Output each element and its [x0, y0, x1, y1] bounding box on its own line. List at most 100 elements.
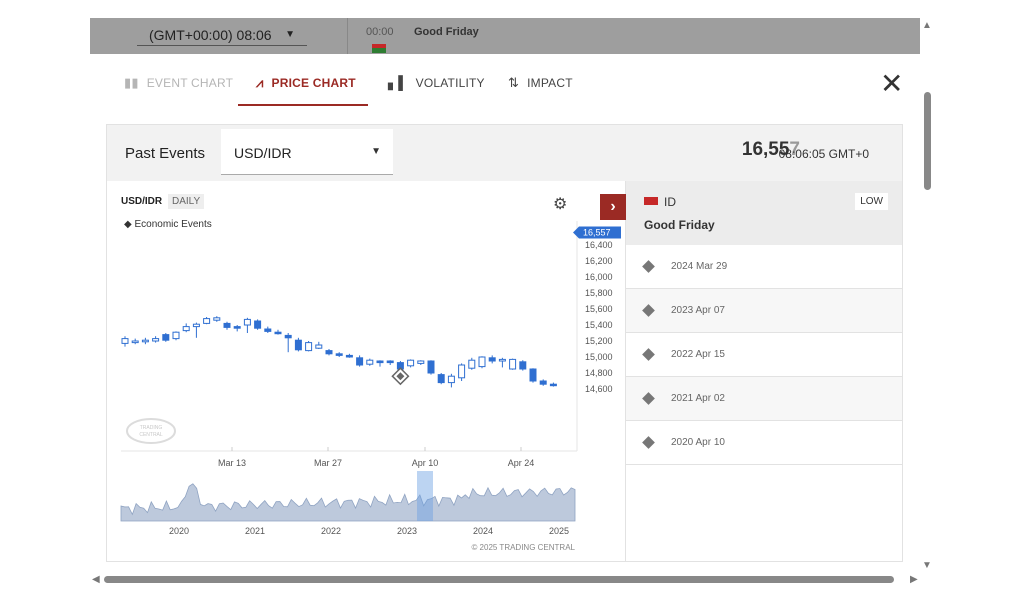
x-tick-label: Mar 13: [218, 458, 246, 468]
candle-body: [356, 357, 364, 366]
tab-event-chart[interactable]: ▮▮ EVENT CHART: [124, 76, 233, 106]
scrollbar-thumb[interactable]: [104, 576, 894, 583]
pair-select[interactable]: USD/IDR ▼: [221, 129, 393, 175]
chart-copyright: © 2025 TRADING CENTRAL: [471, 543, 575, 552]
candle-body: [294, 339, 302, 351]
watermark-logo: [126, 418, 176, 444]
candle-body: [366, 359, 374, 365]
chevron-right-icon[interactable]: ›: [600, 194, 626, 220]
candle-body: [152, 338, 160, 342]
candle-body: [519, 361, 527, 370]
candle-body: [407, 359, 415, 367]
candle-body: [468, 359, 476, 369]
tab-volatility[interactable]: ▖▌ VOLATILITY: [388, 76, 485, 106]
candle-body: [509, 358, 517, 370]
chart-tabs: ▮▮ EVENT CHART ⩘ PRICE CHART ▖▌ VOLATILI…: [90, 54, 920, 106]
candle-body: [437, 374, 445, 384]
impact-badge: LOW: [855, 193, 888, 210]
past-events-panel: Past Events USD/IDR ▼ 16,557 08:06:05 GM…: [106, 124, 903, 562]
pair-value: USD/IDR: [234, 145, 292, 161]
y-tick-label: 14,600: [585, 384, 613, 394]
candle-body: [447, 375, 455, 384]
candle-body: [498, 358, 506, 362]
y-tick-label: 14,800: [585, 368, 613, 378]
x-tick-label: Mar 27: [314, 458, 342, 468]
tab-impact[interactable]: ⇅ IMPACT: [508, 76, 573, 106]
scroll-down-icon[interactable]: ▼: [922, 560, 932, 571]
bars-icon: ▖▌: [388, 75, 408, 90]
past-events-list: › ID LOW Good Friday 2024 Mar 29 2023 Ap…: [600, 181, 902, 561]
scroll-up-icon[interactable]: ▲: [922, 20, 932, 31]
list-item[interactable]: 2020 Apr 10: [626, 421, 902, 465]
navigator-tick-label: 2023: [397, 526, 417, 536]
timezone-select[interactable]: (GMT+00:00) 08:06 ▼: [137, 24, 307, 46]
tab-label: IMPACT: [527, 76, 573, 90]
event-date: 2024 Mar 29: [671, 261, 728, 272]
navigator-tick-label: 2021: [245, 526, 265, 536]
background-event-name[interactable]: Good Friday: [414, 26, 479, 38]
y-tick-label: 16,200: [585, 256, 613, 266]
list-item[interactable]: 2021 Apr 02: [626, 377, 902, 421]
watermark-text: TRADING: [140, 425, 163, 431]
scrollbar-thumb[interactable]: [924, 92, 931, 190]
bar-chart-icon: ▮▮: [124, 75, 139, 90]
y-tick-label: 15,800: [585, 288, 613, 298]
diamond-icon: [642, 436, 655, 449]
gear-icon[interactable]: ⚙: [553, 194, 567, 214]
timezone-value: (GMT+00:00) 08:06: [149, 26, 272, 43]
y-tick-label: 15,400: [585, 320, 613, 330]
scroll-left-icon[interactable]: ◀: [92, 574, 100, 585]
price-time: 08:06:05 GMT+0: [778, 147, 869, 161]
chart-canvas[interactable]: TRADINGCENTRAL 16,400 16,200 16,000 15,800 15…: [107, 181, 625, 561]
list-item[interactable]: 2023 Apr 07: [626, 289, 902, 333]
navigator-tick-label: 2022: [321, 526, 341, 536]
divider: [347, 18, 348, 54]
price-chart[interactable]: USD/IDR DAILY ◆ Economic Events TRADING C…: [107, 181, 625, 561]
event-name: Good Friday: [644, 218, 715, 232]
candle-body: [182, 326, 190, 332]
y-tick-label: 16,000: [585, 272, 613, 282]
candle-body: [417, 360, 425, 364]
x-tick-label: Apr 24: [508, 458, 535, 468]
candle-body: [162, 334, 170, 341]
candle-body: [223, 322, 231, 328]
panel-header: Past Events USD/IDR ▼ 16,557 08:06:05 GM…: [107, 125, 902, 181]
candle-body: [488, 357, 496, 362]
horizontal-scrollbar[interactable]: ◀ ▶: [90, 572, 920, 586]
up-down-arrows-icon: ⇅: [508, 75, 520, 90]
event-detail-modal: ▮▮ EVENT CHART ⩘ PRICE CHART ▖▌ VOLATILI…: [90, 54, 920, 572]
candle-body: [386, 360, 394, 364]
candle-body: [305, 342, 313, 352]
candle-body: [274, 331, 282, 335]
navigator-window: [417, 471, 433, 521]
y-tick-label: 15,600: [585, 304, 613, 314]
diamond-icon: [642, 392, 655, 405]
candle-body: [254, 320, 262, 329]
watermark-text: CENTRAL: [139, 432, 163, 438]
tab-price-chart[interactable]: ⩘ PRICE CHART: [238, 76, 368, 106]
list-item[interactable]: 2022 Apr 15: [626, 333, 902, 377]
close-icon[interactable]: ✕: [880, 70, 903, 98]
candle-body: [345, 354, 353, 358]
candle-body: [315, 344, 323, 349]
scroll-right-icon[interactable]: ▶: [910, 574, 918, 585]
chevron-down-icon: ▼: [285, 29, 295, 40]
event-date: 2023 Apr 07: [671, 305, 725, 316]
y-tick-label: 16,400: [585, 240, 613, 250]
navigator-area: [120, 483, 576, 522]
navigator-tick-label: 2024: [473, 526, 493, 536]
candle-body: [539, 380, 547, 385]
event-dates: 2024 Mar 29 2023 Apr 07 2022 Apr 15 2021…: [626, 245, 902, 465]
candle-body: [141, 339, 149, 343]
event-date: 2021 Apr 02: [671, 393, 725, 404]
navigator-tick-label: 2025: [549, 526, 569, 536]
candlestick-icon: ⩘: [256, 75, 264, 90]
candle-body: [549, 383, 557, 387]
list-item[interactable]: 2024 Mar 29: [626, 245, 902, 289]
current-price-label: 16,557: [583, 227, 611, 237]
candle-body: [284, 334, 292, 339]
candle-body: [233, 326, 241, 329]
vertical-scrollbar[interactable]: ▲ ▼: [922, 18, 934, 574]
chevron-down-icon: ▼: [371, 146, 381, 157]
candle-body: [172, 331, 180, 340]
